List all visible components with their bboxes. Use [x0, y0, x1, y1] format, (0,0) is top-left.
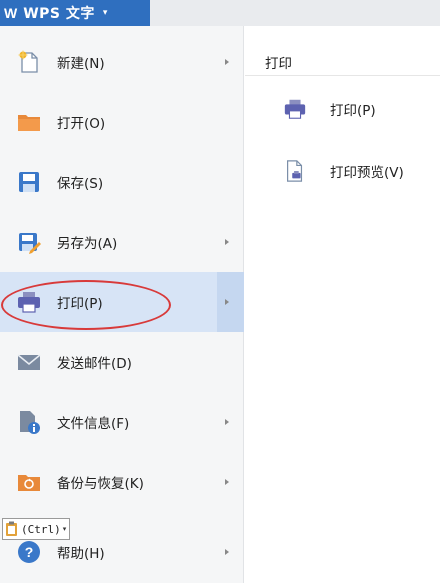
paste-options-button[interactable]: (Ctrl) ▾	[2, 518, 70, 540]
new-document-icon	[18, 50, 38, 73]
submenu-item-label: 打印(P)	[330, 103, 376, 119]
svg-text:?: ?	[25, 544, 34, 560]
file-menu: 新建(N) 打开(O) 保存(S) 另存为(A) 打印(P) 发送邮件(D) 文…	[0, 26, 244, 583]
submenu-arrow-cell	[217, 272, 244, 332]
paste-options-label: (Ctrl)	[21, 522, 61, 536]
printer-icon	[284, 99, 306, 119]
app-title: WPS 文字	[23, 6, 95, 22]
menu-item-save[interactable]: 保存(S)	[0, 152, 244, 212]
menu-item-label: 备份与恢复(K)	[57, 476, 144, 492]
chevron-right-icon	[225, 59, 229, 65]
menu-item-print[interactable]: 打印(P)	[0, 272, 244, 332]
mail-icon	[17, 354, 41, 370]
save-as-icon	[19, 233, 41, 254]
menu-item-label: 文件信息(F)	[57, 416, 130, 432]
menu-item-send-mail[interactable]: 发送邮件(D)	[0, 332, 244, 392]
wps-logo-icon: W	[4, 5, 18, 21]
chevron-down-icon: ▾	[102, 8, 108, 18]
submenu-item-print-preview[interactable]: 打印预览(V)	[245, 146, 440, 196]
app-menu-button[interactable]: W WPS 文字 ▾	[0, 0, 150, 26]
submenu-item-print[interactable]: 打印(P)	[245, 84, 440, 134]
chevron-right-icon	[225, 299, 229, 305]
print-submenu-panel: 打印 打印(P) 打印预览(V)	[245, 26, 440, 583]
menu-item-label: 打开(O)	[57, 116, 106, 132]
help-icon: ?	[18, 541, 40, 563]
menu-item-label: 打印(P)	[57, 296, 103, 312]
chevron-right-icon	[225, 549, 229, 555]
title-bar: W WPS 文字 ▾	[0, 0, 440, 26]
file-info-icon	[20, 411, 40, 434]
folder-open-icon	[18, 115, 40, 131]
print-preview-icon	[287, 160, 303, 182]
printer-icon	[18, 292, 40, 313]
backup-icon	[18, 475, 40, 491]
menu-item-file-info[interactable]: 文件信息(F)	[0, 392, 244, 452]
menu-item-label: 另存为(A)	[57, 236, 118, 252]
chevron-right-icon	[225, 419, 229, 425]
menu-item-new[interactable]: 新建(N)	[0, 32, 244, 92]
menu-item-backup-restore[interactable]: 备份与恢复(K)	[0, 452, 244, 512]
submenu-title: 打印	[265, 56, 292, 72]
clipboard-icon	[6, 521, 17, 536]
save-icon	[19, 172, 39, 192]
menu-item-label: 发送邮件(D)	[57, 356, 132, 372]
menu-item-save-as[interactable]: 另存为(A)	[0, 212, 244, 272]
chevron-down-icon: ▾	[62, 525, 67, 533]
menu-item-label: 保存(S)	[57, 176, 104, 192]
chevron-right-icon	[225, 479, 229, 485]
chevron-right-icon	[225, 239, 229, 245]
submenu-header: 打印	[245, 26, 440, 76]
menu-item-label: 帮助(H)	[57, 546, 105, 562]
menu-item-open[interactable]: 打开(O)	[0, 92, 244, 152]
submenu-item-label: 打印预览(V)	[330, 165, 404, 181]
menu-item-label: 新建(N)	[57, 56, 105, 72]
